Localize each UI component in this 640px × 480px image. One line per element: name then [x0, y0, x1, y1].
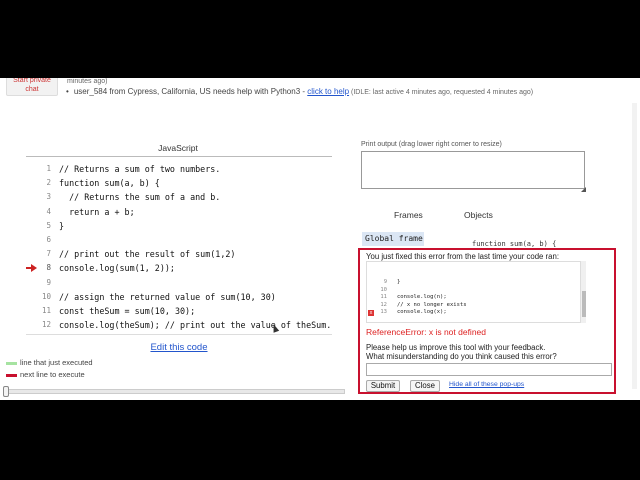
- snippet-line-number: 12: [380, 301, 387, 308]
- code-line: 10 // assign the returned value of sum(10…: [26, 290, 336, 304]
- line-number: 8: [46, 263, 51, 273]
- snippet-line: x 13 console.log(x);: [367, 309, 585, 317]
- line-source: console.log(theSum); // print out the va…: [59, 320, 332, 331]
- line-number: 12: [41, 320, 51, 330]
- legend-executed: line that just executed: [6, 358, 93, 367]
- line-source: const theSum = sum(10, 30);: [59, 305, 196, 316]
- next-arrow-icon: [6, 373, 17, 377]
- code-line: 6: [26, 233, 336, 247]
- line-number: 9: [46, 277, 51, 287]
- snippet-line: 12 // x no longer exists: [367, 302, 585, 310]
- print-output-box[interactable]: [361, 151, 585, 189]
- feedback-line-2: What misunderstanding do you think cause…: [366, 352, 557, 361]
- line-number: 6: [46, 234, 51, 244]
- code-line: 2 function sum(a, b) {: [26, 176, 336, 190]
- line-number: 7: [46, 249, 51, 259]
- start-private-chat-button[interactable]: Start private chat: [6, 78, 58, 96]
- snippet-line-number: 10: [380, 286, 387, 293]
- line-source: return a + b;: [59, 206, 135, 217]
- snippet-line-number: 9: [383, 279, 387, 285]
- code-header-divider: [26, 156, 332, 157]
- snippet-line: 9}: [367, 279, 585, 287]
- frames-header: Frames: [394, 210, 423, 220]
- code-listing: 1 // Returns a sum of two numbers. 2 functi…: [26, 162, 336, 332]
- edit-code-link[interactable]: Edit this code: [26, 342, 332, 353]
- snippet-line-source: }: [397, 279, 401, 285]
- feedback-prompt: Please help us improve this tool with yo…: [366, 343, 557, 361]
- executed-arrow-icon: [6, 361, 17, 365]
- code-line: 7 // print out the result of sum(1,2): [26, 247, 336, 261]
- snippet-line-source: // x no longer exists: [397, 301, 467, 308]
- page: Start private chat minutes ago) • user_58…: [0, 78, 640, 400]
- click-to-help-link[interactable]: click to help: [307, 87, 349, 96]
- global-frame: Global frame: [362, 232, 424, 246]
- line-source: // Returns a sum of two numbers.: [59, 164, 221, 174]
- previous-request-tail: minutes ago): [67, 78, 108, 85]
- popup-heading: You just fixed this error from the last …: [366, 252, 559, 261]
- snippet-line-source: console.log(x);: [397, 309, 447, 316]
- print-output-label: Print output (drag lower right corner to…: [361, 141, 502, 148]
- error-message: ReferenceError: x is not defined: [366, 327, 487, 337]
- code-line: 9: [26, 276, 336, 290]
- error-feedback-popup: You just fixed this error from the last …: [358, 248, 616, 394]
- code-footer-divider: [26, 334, 332, 335]
- line-number: 2: [46, 178, 51, 188]
- snippet-line: 11 console.log(n);: [367, 294, 585, 302]
- line-source: // assign the returned value of sum(10, …: [59, 291, 276, 302]
- line-source: function sum(a, b) {: [59, 178, 160, 189]
- execution-slider[interactable]: [4, 389, 345, 394]
- objects-header: Objects: [464, 210, 493, 220]
- bullet-icon: •: [66, 87, 69, 96]
- code-line: 5}: [26, 219, 336, 233]
- legend-next-label: next line to execute: [20, 370, 85, 379]
- line-number: 1: [46, 164, 51, 173]
- popup-code-snippet: 9} 10 11 console.log(n); 12// x no longer ex…: [366, 261, 586, 323]
- help-request-text: user_584 from Cypress, California, US ne…: [73, 87, 308, 96]
- function-object: function sum(a, b) {: [472, 240, 557, 248]
- line-number: 10: [41, 291, 51, 301]
- line-source: // print out the result of sum(1,2): [59, 249, 236, 260]
- code-line: 11 const theSum = sum(10, 30);: [26, 304, 336, 318]
- code-line: 8 console.log(sum(1, 2));: [26, 261, 336, 275]
- code-language-title: JavaScript: [158, 143, 198, 153]
- resize-grip-icon[interactable]: [581, 187, 586, 192]
- line-source: // Returns the sum of a and b.: [59, 192, 221, 203]
- line-number: 11: [41, 305, 51, 315]
- close-button[interactable]: Close: [410, 380, 440, 392]
- line-source: }: [59, 220, 65, 231]
- feedback-input[interactable]: [366, 363, 612, 376]
- snippet-line-source: console.log(n);: [397, 294, 447, 301]
- line-number: 5: [46, 220, 51, 230]
- snippet-line: 10: [367, 287, 585, 295]
- code-line: 12 console.log(theSum); // print out the …: [26, 318, 336, 332]
- help-request-meta: (IDLE: last active 4 minutes ago, reques…: [349, 89, 534, 96]
- slider-handle[interactable]: [3, 386, 9, 397]
- hide-popups-link[interactable]: Hide all of these pop-ups: [449, 381, 524, 388]
- code-line: 1 // Returns a sum of two numbers.: [26, 162, 336, 176]
- feedback-line-1: Please help us improve this tool with yo…: [366, 343, 546, 352]
- snippet-line-number: 13: [380, 309, 387, 316]
- line-number: 4: [46, 206, 51, 216]
- snippet-line-number: 11: [380, 294, 387, 301]
- code-line: 3 // Returns the sum of a and b.: [26, 190, 336, 204]
- legend-executed-label: line that just executed: [20, 358, 93, 367]
- legend-next: next line to execute: [6, 370, 85, 379]
- help-request-item: • user_584 from Cypress, California, US n…: [66, 87, 533, 96]
- code-line: 4 return a + b;: [26, 205, 336, 219]
- submit-button[interactable]: Submit: [366, 380, 400, 392]
- line-number: 3: [46, 192, 51, 202]
- line-source: console.log(sum(1, 2));: [59, 263, 175, 274]
- scroll-thumb[interactable]: [582, 291, 586, 317]
- page-scrollbar[interactable]: [632, 103, 637, 389]
- popup-code-scrollbar[interactable]: [580, 261, 586, 323]
